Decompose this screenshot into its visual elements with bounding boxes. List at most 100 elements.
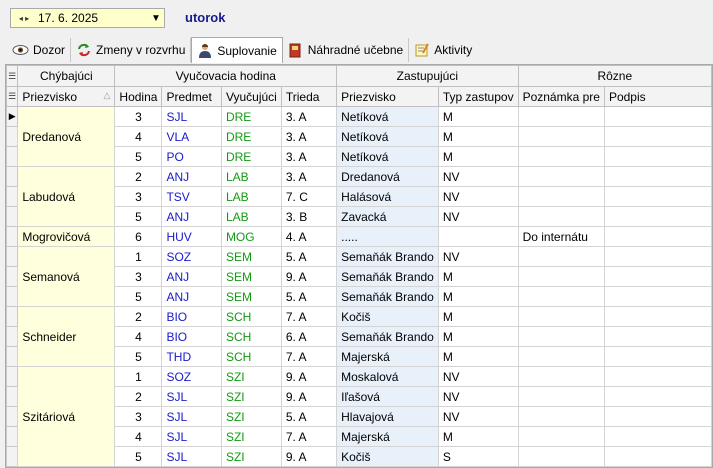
subst-type-cell[interactable]: NV (437, 166, 519, 187)
note-cell[interactable] (517, 446, 605, 467)
sign-cell[interactable] (603, 126, 712, 147)
table-row[interactable]: Schneider 2 BIO SCH 7. A Kočiš M (6, 306, 712, 367)
teacher-cell[interactable]: SEM (220, 246, 282, 267)
hour-cell[interactable]: 2 (114, 306, 163, 327)
class-cell[interactable]: 3. A (280, 166, 338, 187)
hour-cell[interactable]: 6 (114, 226, 163, 247)
note-cell[interactable] (517, 206, 605, 227)
subject-cell[interactable]: THD (161, 346, 222, 367)
subst-type-cell[interactable]: M (437, 346, 519, 367)
tab-aktivity[interactable]: Aktivity (409, 38, 477, 62)
teacher-cell[interactable]: LAB (220, 206, 282, 227)
col-header-sign[interactable]: Podpis (603, 86, 712, 107)
hour-cell[interactable]: 1 (114, 366, 163, 387)
subst-type-cell[interactable] (437, 226, 519, 247)
subst-type-cell[interactable]: NV (437, 246, 519, 267)
sign-cell[interactable] (603, 346, 712, 367)
absent-teacher-cell[interactable]: Semanová (17, 246, 116, 307)
hour-cell[interactable]: 5 (114, 346, 163, 367)
class-cell[interactable]: 9. A (280, 366, 338, 387)
subject-cell[interactable]: ANJ (161, 286, 222, 307)
col-header-absent-name[interactable]: Priezvisko △ (17, 86, 116, 107)
absent-teacher-cell[interactable]: Schneider (17, 306, 116, 367)
teacher-cell[interactable]: SZI (220, 366, 282, 387)
sign-cell[interactable] (603, 446, 712, 467)
subject-cell[interactable]: PO (161, 146, 222, 167)
note-cell[interactable] (517, 386, 605, 407)
sign-cell[interactable] (603, 266, 712, 287)
row-indicator[interactable] (6, 406, 19, 427)
subst-type-cell[interactable]: NV (437, 386, 519, 407)
subject-cell[interactable]: SJL (161, 426, 222, 447)
col-header-subst-name[interactable]: Priezvisko (336, 86, 439, 107)
substitute-cell[interactable]: Majerská (336, 426, 439, 447)
row-indicator[interactable] (6, 366, 19, 387)
substitute-cell[interactable]: Netíková (336, 106, 439, 127)
table-row[interactable]: ▶ Dredanová 3 SJL DRE 3. A Netíková M (6, 106, 712, 167)
teacher-cell[interactable]: SCH (220, 346, 282, 367)
substitute-cell[interactable]: Majerská (336, 346, 439, 367)
subst-type-cell[interactable]: M (437, 266, 519, 287)
hour-cell[interactable]: 4 (114, 326, 163, 347)
class-cell[interactable]: 5. A (280, 286, 338, 307)
row-indicator[interactable] (6, 306, 19, 327)
note-cell[interactable] (517, 246, 605, 267)
class-cell[interactable]: 3. A (280, 126, 338, 147)
class-cell[interactable]: 6. A (280, 326, 338, 347)
row-indicator[interactable] (6, 286, 19, 307)
hour-cell[interactable]: 5 (114, 286, 163, 307)
subst-type-cell[interactable]: NV (437, 206, 519, 227)
sign-cell[interactable] (603, 146, 712, 167)
subst-type-cell[interactable]: NV (437, 186, 519, 207)
absent-teacher-cell[interactable]: Dredanová (17, 106, 116, 167)
subject-cell[interactable]: SOZ (161, 366, 222, 387)
substitute-cell[interactable]: Moskalová (336, 366, 439, 387)
teacher-cell[interactable]: MOG (220, 226, 282, 247)
note-cell[interactable] (517, 126, 605, 147)
col-header-subst-type[interactable]: Typ zastupov (437, 86, 519, 107)
substitute-cell[interactable]: Netíková (336, 146, 439, 167)
note-cell[interactable] (517, 306, 605, 327)
substitute-cell[interactable]: Semaňák Brando (336, 266, 439, 287)
hour-cell[interactable]: 1 (114, 246, 163, 267)
hour-cell[interactable]: 5 (114, 146, 163, 167)
note-cell[interactable] (517, 366, 605, 387)
sign-cell[interactable] (603, 426, 712, 447)
teacher-cell[interactable]: LAB (220, 186, 282, 207)
row-indicator[interactable] (6, 146, 19, 167)
subst-type-cell[interactable]: M (437, 126, 519, 147)
note-cell[interactable] (517, 266, 605, 287)
teacher-cell[interactable]: DRE (220, 126, 282, 147)
tab-zmeny[interactable]: Zmeny v rozvrhu (71, 38, 192, 62)
date-picker[interactable]: ◂ ▸ 17. 6. 2025 ▼ (10, 8, 165, 28)
table-row[interactable]: Mogrovičová 6 HUV MOG 4. A..... Do internátu (6, 226, 712, 247)
teacher-cell[interactable]: SCH (220, 326, 282, 347)
hour-cell[interactable]: 2 (114, 166, 163, 187)
subject-cell[interactable]: ANJ (161, 266, 222, 287)
subject-cell[interactable]: ANJ (161, 166, 222, 187)
row-indicator[interactable] (6, 426, 19, 447)
table-row[interactable]: Semanová 1 SOZ SEM 5. A Semaňák Brando NV (6, 246, 712, 307)
note-cell[interactable] (517, 286, 605, 307)
teacher-cell[interactable]: LAB (220, 166, 282, 187)
substitute-cell[interactable]: Halásová (336, 186, 439, 207)
substitute-cell[interactable]: Semaňák Brando (336, 286, 439, 307)
teacher-cell[interactable]: DRE (220, 146, 282, 167)
note-cell[interactable] (517, 346, 605, 367)
subject-cell[interactable]: SJL (161, 106, 222, 127)
date-step-arrows-icon[interactable]: ◂ ▸ (11, 9, 37, 27)
class-cell[interactable]: 9. A (280, 386, 338, 407)
note-cell[interactable] (517, 326, 605, 347)
class-cell[interactable]: 7. A (280, 306, 338, 327)
tab-suplovanie[interactable]: Suplovanie (191, 37, 283, 63)
absent-teacher-cell[interactable]: Mogrovičová (17, 226, 116, 247)
class-cell[interactable]: 9. A (280, 266, 338, 287)
teacher-cell[interactable]: DRE (220, 106, 282, 127)
subst-type-cell[interactable]: M (437, 306, 519, 327)
chevron-down-icon[interactable]: ▼ (148, 9, 164, 27)
note-cell[interactable]: Do internátu (517, 226, 605, 247)
col-header-subject[interactable]: Predmet (161, 86, 222, 107)
row-indicator[interactable] (6, 266, 19, 287)
note-cell[interactable] (517, 406, 605, 427)
absent-teacher-cell[interactable]: Szitáriová (17, 366, 116, 467)
